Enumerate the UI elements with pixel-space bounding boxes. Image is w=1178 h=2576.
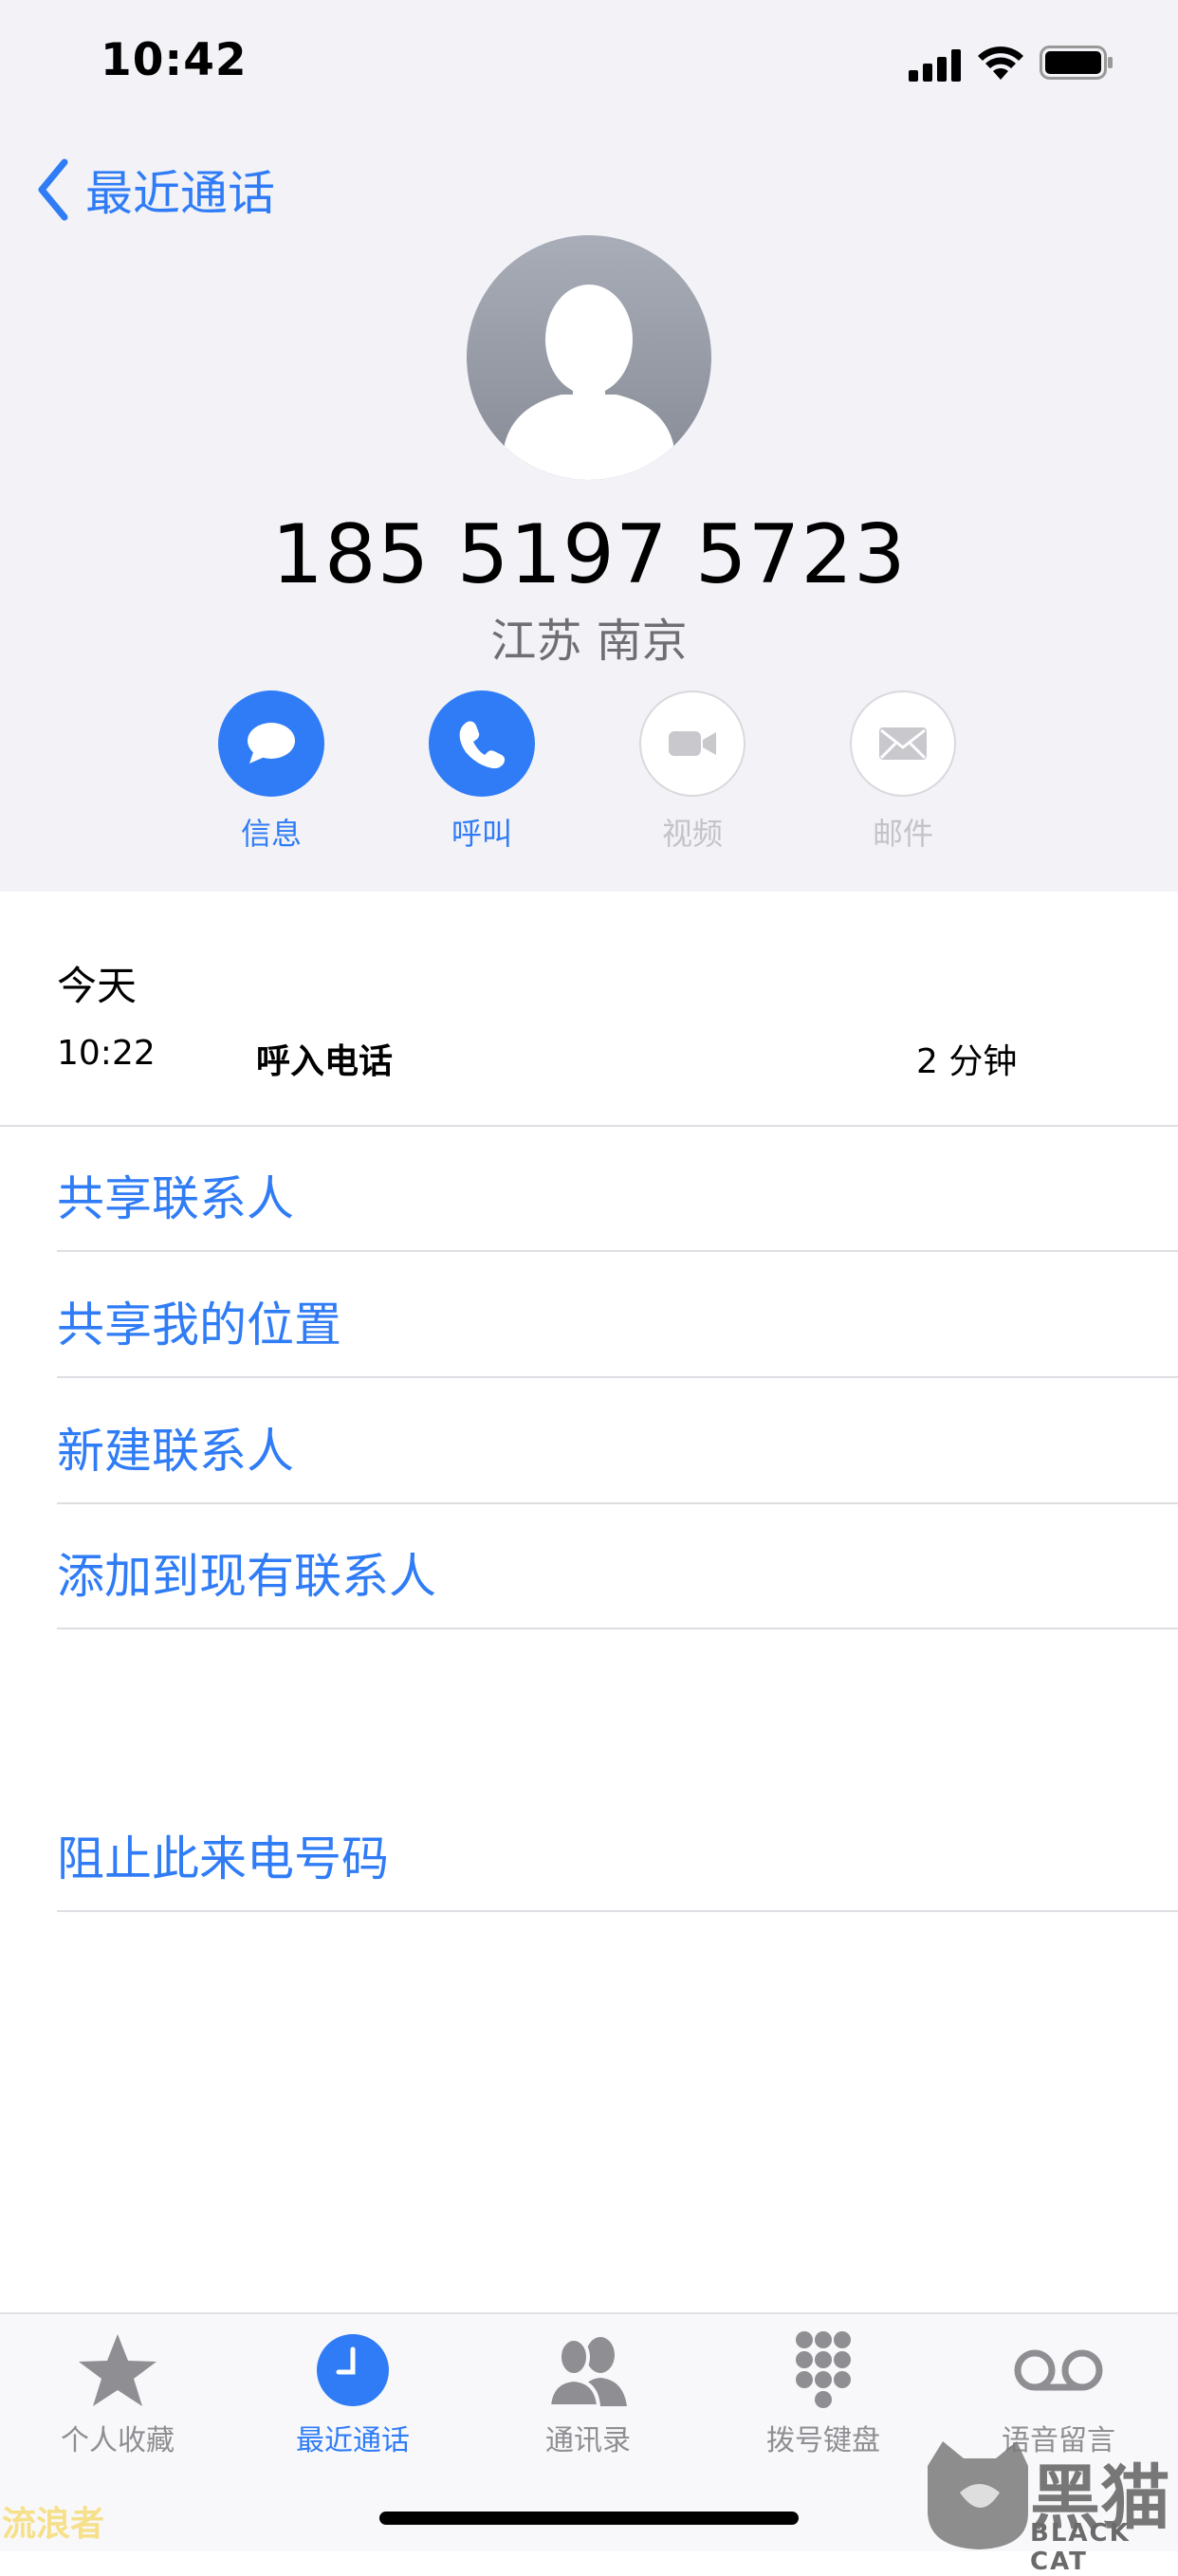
call-log-day: 今天 <box>57 963 138 1009</box>
tab-contacts[interactable]: 通讯录 <box>493 2326 683 2458</box>
person-silhouette-icon <box>505 285 673 480</box>
divider <box>57 1376 1178 1378</box>
add-to-existing-contact-option[interactable]: 添加到现有联系人 <box>57 1538 436 1607</box>
status-time: 10:42 <box>101 34 248 86</box>
back-label: 最近通话 <box>85 166 275 221</box>
watermark-left: 流浪者 <box>2 2505 105 2544</box>
battery-icon <box>1040 46 1113 80</box>
back-button[interactable]: 最近通话 <box>34 152 275 228</box>
call-action-circle <box>429 690 535 797</box>
video-action-circle <box>639 690 745 797</box>
new-contact-option[interactable]: 新建联系人 <box>57 1413 294 1481</box>
watermark-brand-sub: BLACK CAT <box>1030 2519 1131 2576</box>
phone-icon <box>459 721 506 769</box>
message-action-label: 信息 <box>240 816 302 852</box>
divider <box>57 1250 1178 1252</box>
contact-location: 江苏 南京 <box>490 615 688 668</box>
tab-keypad[interactable]: 拨号键盘 <box>728 2326 918 2458</box>
tab-favorites[interactable]: 个人收藏 <box>23 2326 212 2458</box>
wifi-icon <box>978 46 1023 80</box>
call-log-duration: 2 分钟 <box>916 1042 1018 1081</box>
chevron-left-icon <box>38 158 68 221</box>
divider <box>0 1125 1178 1127</box>
tab-recents-label: 最近通话 <box>296 2424 410 2457</box>
tab-contacts-label: 通讯录 <box>545 2424 631 2457</box>
call-action-button[interactable]: 呼叫 <box>411 690 553 854</box>
share-location-option[interactable]: 共享我的位置 <box>57 1287 341 1355</box>
video-action-label: 视频 <box>661 816 723 852</box>
call-log-time: 10:22 <box>57 1034 156 1073</box>
divider <box>57 1628 1178 1629</box>
tab-favorites-label: 个人收藏 <box>61 2424 175 2457</box>
cellular-signal-icon <box>909 49 961 82</box>
contacts-icon <box>546 2337 627 2408</box>
video-camera-icon <box>669 731 716 756</box>
message-action-circle <box>218 690 324 797</box>
call-log-type: 呼入电话 <box>256 1042 394 1081</box>
mail-action-circle <box>850 690 956 797</box>
star-icon <box>79 2334 156 2406</box>
mail-action-button[interactable]: 邮件 <box>832 690 974 854</box>
contact-phone-number: 185 5197 5723 <box>271 507 907 602</box>
block-caller-option[interactable]: 阻止此来电号码 <box>57 1821 389 1889</box>
clock-icon <box>317 2334 389 2406</box>
keypad-icon <box>796 2331 851 2408</box>
share-contact-option[interactable]: 共享联系人 <box>57 1161 294 1229</box>
video-action-button[interactable]: 视频 <box>621 690 764 854</box>
divider <box>57 1502 1178 1504</box>
voicemail-icon <box>1014 2349 1103 2391</box>
home-indicator <box>379 2512 799 2525</box>
tab-keypad-label: 拨号键盘 <box>766 2424 880 2457</box>
divider <box>57 1910 1178 1912</box>
message-bubble-icon <box>248 723 295 764</box>
tab-recents[interactable]: 最近通话 <box>258 2326 448 2458</box>
mail-icon <box>879 727 927 760</box>
call-action-label: 呼叫 <box>451 816 512 852</box>
message-action-button[interactable]: 信息 <box>200 690 342 854</box>
contact-avatar <box>467 235 711 480</box>
mail-action-label: 邮件 <box>872 816 933 852</box>
